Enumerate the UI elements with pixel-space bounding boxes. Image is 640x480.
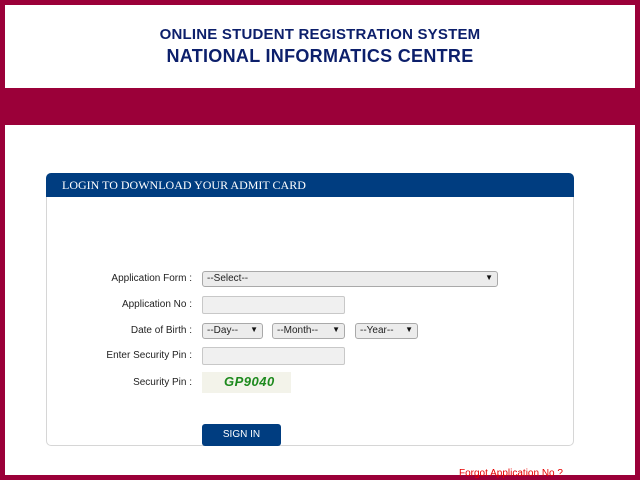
main-content: LOGIN TO DOWNLOAD YOUR ADMIT CARD Applic…	[5, 125, 635, 479]
dob-year-selected: --Year--	[360, 325, 394, 336]
security-pin-captcha: GP9040	[202, 372, 291, 393]
login-panel-header: LOGIN TO DOWNLOAD YOUR ADMIT CARD	[46, 173, 574, 197]
dob-month-select[interactable]: --Month-- ▼	[272, 323, 345, 339]
captcha-text: GP9040	[224, 374, 275, 389]
dob-label: Date of Birth :	[130, 325, 192, 336]
dropdown-arrow-icon: ▼	[485, 273, 493, 282]
system-title: ONLINE STUDENT REGISTRATION SYSTEM	[159, 26, 481, 43]
application-form-select[interactable]: --Select-- ▼	[202, 271, 498, 287]
organization-title: NATIONAL INFORMATICS CENTRE	[166, 46, 474, 66]
dob-day-selected: --Day--	[207, 325, 239, 336]
dropdown-arrow-icon: ▼	[250, 325, 258, 334]
security-pin-label: Security Pin :	[133, 377, 192, 388]
dob-year-select[interactable]: --Year-- ▼	[355, 323, 418, 339]
site-header: ONLINE STUDENT REGISTRATION SYSTEM NATIO…	[5, 5, 635, 88]
forgot-application-no-link[interactable]: Forgot Application No ?	[459, 468, 563, 479]
dob-month-selected: --Month--	[277, 325, 319, 336]
security-pin-input[interactable]	[202, 347, 345, 365]
security-pin-input-label: Enter Security Pin :	[106, 350, 192, 361]
application-form-selected: --Select--	[207, 273, 249, 284]
login-panel-title: LOGIN TO DOWNLOAD YOUR ADMIT CARD	[62, 178, 306, 192]
login-panel: LOGIN TO DOWNLOAD YOUR ADMIT CARD Applic…	[46, 173, 574, 479]
application-form-label: Application Form :	[111, 273, 192, 284]
dropdown-arrow-icon: ▼	[332, 325, 340, 334]
application-no-input[interactable]	[202, 296, 345, 314]
application-no-label: Application No :	[121, 299, 192, 310]
dob-day-select[interactable]: --Day-- ▼	[202, 323, 263, 339]
dropdown-arrow-icon: ▼	[405, 325, 413, 334]
sign-in-button[interactable]: SIGN IN	[202, 424, 281, 446]
